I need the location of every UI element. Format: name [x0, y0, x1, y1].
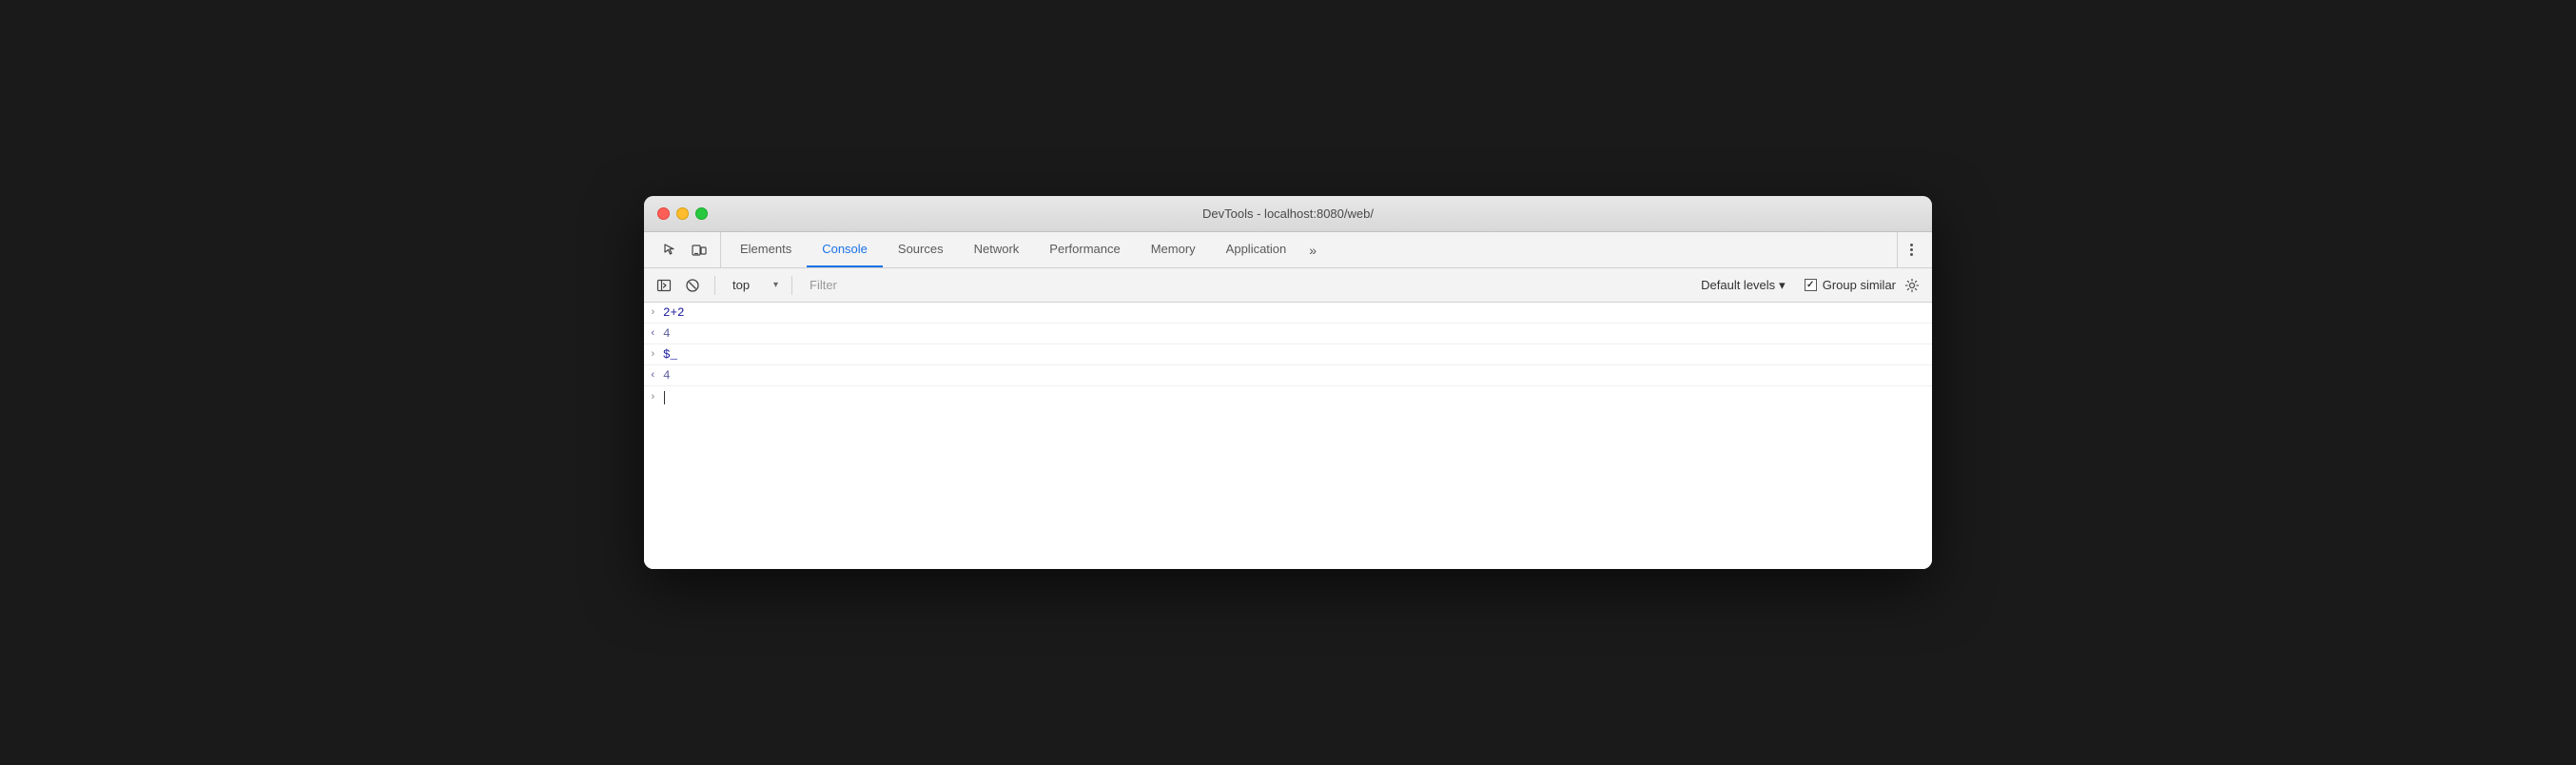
output-chevron: ‹ [650, 370, 663, 382]
console-input-line[interactable]: › [644, 386, 1932, 409]
default-levels-arrow: ▾ [1779, 278, 1786, 293]
console-row: › 2+2 [644, 303, 1932, 324]
kebab-dot [1910, 248, 1913, 251]
filter-divider [791, 276, 792, 295]
window-title: DevTools - localhost:8080/web/ [1202, 206, 1374, 221]
console-input-text: 2+2 [663, 306, 685, 320]
toolbar-divider [714, 276, 715, 295]
tab-memory[interactable]: Memory [1136, 232, 1211, 267]
console-output-text: 4 [663, 327, 671, 341]
default-levels-button[interactable]: Default levels ▾ [1693, 274, 1793, 297]
kebab-dot [1910, 244, 1913, 246]
console-cursor [664, 391, 665, 404]
title-bar: DevTools - localhost:8080/web/ [644, 196, 1932, 232]
default-levels-label: Default levels [1701, 278, 1775, 292]
console-row: ‹ 4 [644, 324, 1932, 344]
tabs-overflow-button[interactable]: » [1301, 232, 1324, 267]
toolbar-icons [650, 232, 721, 267]
inspector-button[interactable] [657, 237, 684, 264]
minimize-button[interactable] [676, 207, 689, 220]
console-toolbar: top ▾ Default levels ▾ Group similar [644, 268, 1932, 303]
group-similar-checkbox[interactable] [1805, 279, 1817, 291]
maximize-button[interactable] [695, 207, 708, 220]
tab-application[interactable]: Application [1211, 232, 1302, 267]
devtools-body: Elements Console Sources Network Perform… [644, 232, 1932, 569]
tab-elements[interactable]: Elements [725, 232, 807, 267]
tabs-bar: Elements Console Sources Network Perform… [644, 232, 1932, 268]
output-chevron: ‹ [650, 328, 663, 340]
close-button[interactable] [657, 207, 670, 220]
input-chevron: › [650, 349, 663, 361]
tab-performance[interactable]: Performance [1034, 232, 1135, 267]
context-select-input[interactable]: top [725, 274, 782, 296]
console-output-text: 4 [663, 369, 671, 382]
console-sidebar-button[interactable] [652, 273, 676, 298]
console-settings-button[interactable] [1900, 273, 1924, 298]
kebab-dot [1910, 253, 1913, 256]
console-row: ‹ 4 [644, 365, 1932, 386]
group-similar-wrapper: Group similar [1805, 278, 1896, 292]
active-input-chevron: › [650, 392, 663, 403]
filter-input[interactable] [802, 274, 1689, 296]
console-output: › 2+2 ‹ 4 › $_ ‹ 4 › [644, 303, 1932, 569]
tabs-list: Elements Console Sources Network Perform… [725, 232, 1897, 267]
context-selector[interactable]: top ▾ [725, 274, 782, 296]
tab-console[interactable]: Console [807, 232, 883, 267]
more-options-button[interactable] [1898, 237, 1924, 264]
traffic-lights [657, 207, 708, 220]
group-similar-label: Group similar [1823, 278, 1896, 292]
input-chevron: › [650, 307, 663, 319]
console-input-text: $_ [663, 348, 677, 362]
console-row: › $_ [644, 344, 1932, 365]
tabs-right-actions [1897, 232, 1932, 267]
device-toolbar-button[interactable] [686, 237, 712, 264]
tab-network[interactable]: Network [959, 232, 1035, 267]
devtools-window: DevTools - localhost:8080/web/ [644, 196, 1932, 569]
clear-console-button[interactable] [680, 273, 705, 298]
tab-sources[interactable]: Sources [883, 232, 959, 267]
